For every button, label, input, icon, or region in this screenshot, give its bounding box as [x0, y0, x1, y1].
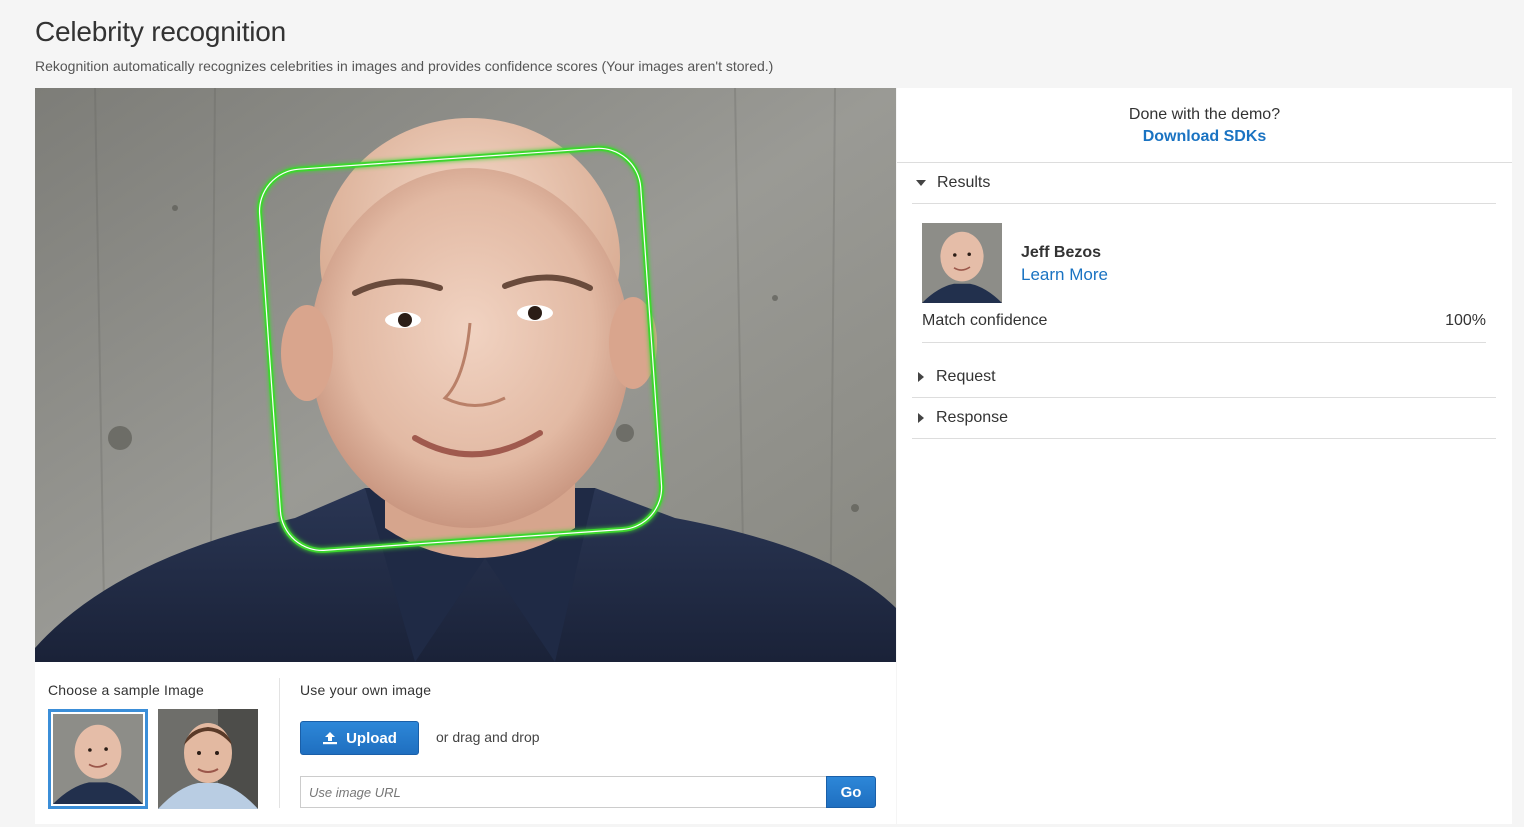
upload-icon	[323, 732, 338, 745]
portrait-photo	[35, 88, 896, 662]
sample-image-2[interactable]	[158, 709, 258, 809]
response-section-header[interactable]: Response	[912, 398, 1496, 439]
results-panel: Done with the demo? Download SDKs Result…	[897, 88, 1512, 824]
celebrity-thumbnail	[922, 223, 1002, 303]
drag-drop-hint: or drag and drop	[436, 729, 540, 745]
sample-thumbnail-bezos	[53, 714, 143, 804]
learn-more-link[interactable]: Learn More	[1021, 265, 1108, 285]
results-header-label: Results	[937, 174, 991, 191]
sample-images-label: Choose a sample Image	[48, 682, 204, 698]
caret-down-icon	[916, 180, 926, 186]
analyzed-image	[35, 88, 896, 662]
caret-right-icon	[918, 372, 924, 382]
go-button[interactable]: Go	[826, 776, 876, 808]
page-title: Celebrity recognition	[35, 16, 287, 47]
image-url-input[interactable]	[300, 776, 827, 808]
response-header-label: Response	[936, 409, 1009, 426]
sdk-promo: Done with the demo? Download SDKs	[897, 88, 1512, 163]
request-section-header[interactable]: Request	[912, 357, 1496, 398]
upload-button[interactable]: Upload	[300, 721, 419, 755]
confidence-label: Match confidence	[922, 312, 1048, 329]
page-subtitle: Rekognition automatically recognizes cel…	[35, 58, 774, 74]
caret-right-icon	[918, 413, 924, 423]
own-image-label: Use your own image	[300, 682, 432, 698]
results-section-header[interactable]: Results	[912, 163, 1496, 204]
column-divider	[279, 678, 280, 808]
sample-thumbnail-man	[158, 709, 258, 809]
image-source-panel: Choose a sample Image Use your own image…	[35, 662, 896, 824]
sample-image-1[interactable]	[48, 709, 148, 809]
request-header-label: Request	[936, 368, 996, 385]
celebrity-face-image	[922, 223, 1002, 303]
confidence-value: 100%	[1445, 312, 1486, 329]
sdk-question: Done with the demo?	[1128, 106, 1281, 123]
celebrity-name: Jeff Bezos	[1021, 244, 1102, 261]
sample-images-section: Choose a sample Image	[35, 662, 280, 824]
match-confidence-row: Match confidence 100%	[922, 312, 1486, 343]
download-sdks-link[interactable]: Download SDKs	[897, 128, 1512, 146]
upload-button-label: Upload	[346, 729, 397, 747]
